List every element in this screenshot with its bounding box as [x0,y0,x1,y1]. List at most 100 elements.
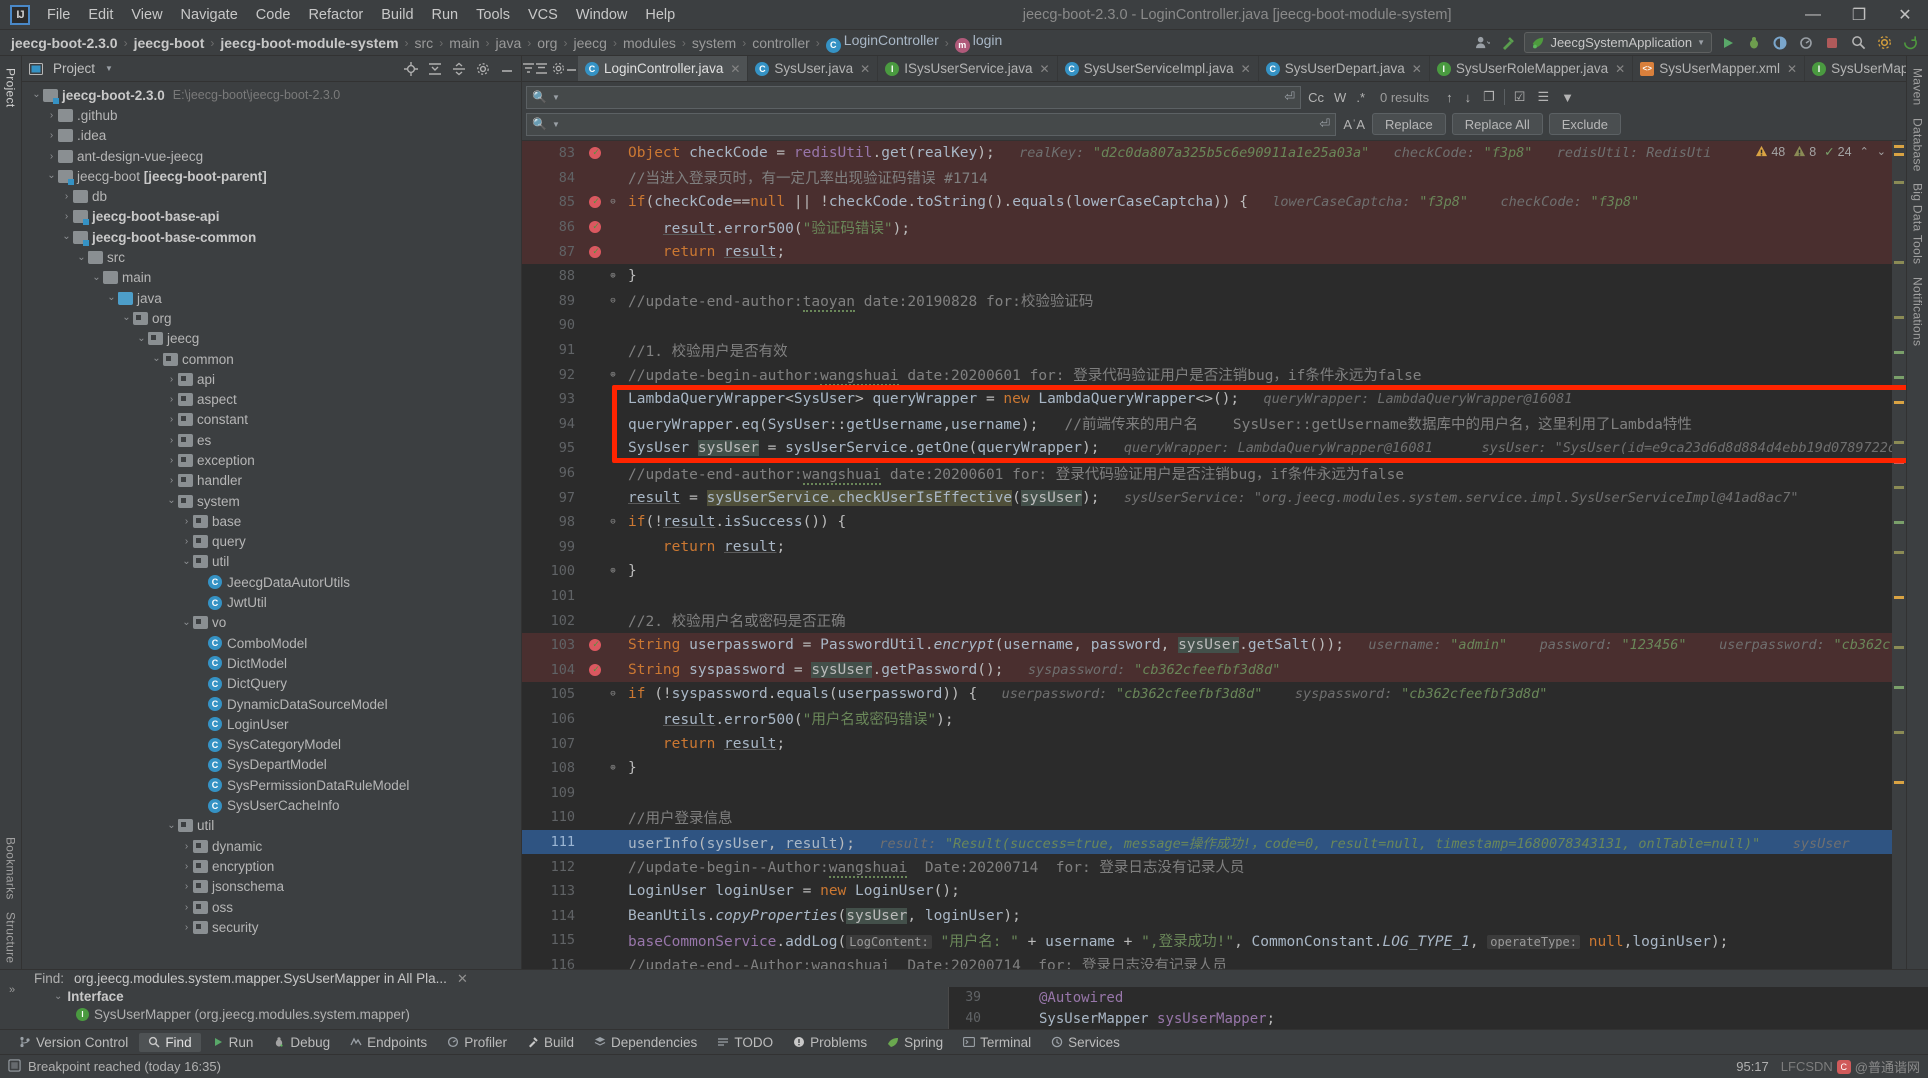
code-line[interactable]: 110 //用户登录信息 [522,805,1892,830]
tree-node[interactable]: › oss [22,897,521,917]
tree-node[interactable]: C DictModel [22,653,521,673]
analysis-marker[interactable] [1894,351,1904,354]
code-line[interactable]: 113 LoginUser loginUser = new LoginUser()… [522,879,1892,904]
breakpoint-gutter[interactable] [584,147,606,160]
breadcrumb[interactable]: jeecg-boot-2.3.0 › jeecg-boot › jeecg-boot-m… [8,32,1005,53]
chevron-down-icon[interactable]: ⌄ [135,333,148,343]
breakpoint-icon[interactable] [589,639,601,652]
bottom-tab-build[interactable]: Build [518,1033,583,1052]
minimize-panel-icon[interactable] [497,59,517,79]
toolbar-right[interactable]: JeecgSystemApplication ▼ [1472,32,1928,53]
tree-node[interactable]: ⌄ common [22,349,521,369]
bottom-tab-profiler[interactable]: Profiler [438,1033,516,1052]
code-line[interactable]: 108 ⊕} [522,756,1892,781]
chevron-down-icon[interactable]: ⌄ [45,171,58,181]
exclude-button[interactable]: Exclude [1548,113,1621,135]
code-line[interactable]: 89 ⊖ //update-end-author:taoyan date:20190… [522,289,1892,314]
build-hammer-icon[interactable] [1498,33,1518,53]
match-case-toggle[interactable]: Cc [1305,90,1327,105]
tool-window-maven[interactable]: Maven [1911,62,1925,112]
chevron-down-icon[interactable]: ⌄ [180,556,193,566]
tree-node[interactable]: ⌄ util [22,552,521,572]
tool-window-notifications[interactable]: Notifications [1911,271,1925,352]
analysis-marker[interactable] [1894,686,1904,689]
breadcrumb-item-modules[interactable]: modules [620,35,679,51]
bottom-tab-endpoints[interactable]: Endpoints [341,1033,436,1052]
menu-refactor[interactable]: Refactor [299,4,372,26]
analysis-marker[interactable] [1894,521,1904,524]
next-match-arrow-down-icon[interactable]: ↓ [1462,90,1475,105]
analysis-marker-strip[interactable] [1892,141,1906,969]
breakpoint-icon[interactable] [589,663,601,676]
breadcrumb-item-jeecg-boot-2-3-0[interactable]: jeecg-boot-2.3.0 [8,35,121,51]
analysis-marker[interactable] [1894,781,1904,784]
find-result-item[interactable]: I SysUserMapper (org.jeecg.modules.syste… [54,1005,948,1023]
breadcrumb-item-org[interactable]: org [534,35,560,51]
editor-tab-sysusermapper-xml[interactable]: <> SysUserMapper.xml ✕ [1633,56,1806,81]
code-line[interactable]: 95 SysUser sysUser = sysUserService.getOn… [522,436,1892,461]
menu-navigate[interactable]: Navigate [172,4,247,26]
tree-node[interactable]: › base [22,511,521,531]
find-replace-toolbar[interactable]: 🔍 ▼ ⏎ Cc W .* 0 results ↑ ↓ ❐ ☑ ☰ ▼ 🔍 ▼ … [522,82,1906,141]
tree-node[interactable]: › dynamic [22,836,521,856]
analysis-marker[interactable] [1894,596,1904,599]
find-input[interactable]: 🔍 ▼ ⏎ [526,85,1302,109]
code-fold-icon[interactable]: ⊖ [606,689,620,699]
menu-window[interactable]: Window [567,4,637,26]
maximize-button[interactable]: ❐ [1836,1,1882,29]
code-fold-icon[interactable]: ⊖ [606,517,620,527]
code-line[interactable]: 101 [522,584,1892,609]
breakpoint-gutter[interactable] [584,221,606,234]
tree-node[interactable]: C DictQuery [22,674,521,694]
tree-node[interactable]: › aspect [22,389,521,409]
code-line[interactable]: 102 //2. 校验用户名或密码是否正确 [522,608,1892,633]
tree-node[interactable]: C SysCategoryModel [22,735,521,755]
chevron-down-icon[interactable]: ▼ [552,120,560,129]
right-tool-strip[interactable]: Maven Database Big Data Tools Notificati… [1906,56,1928,969]
code-editor[interactable]: 83 Object checkCode = redisUtil.get(realK… [522,141,1906,969]
close-tab-icon[interactable]: ✕ [1615,62,1625,76]
find-results-tree[interactable]: ⌄ Interface I SysUserMapper (org.jeecg.m… [24,987,948,1029]
analysis-marker[interactable] [1894,731,1904,734]
code-fold-icon[interactable]: ⊖ [606,197,620,207]
next-highlight-icon[interactable]: ⌄ [1877,145,1886,158]
update-project-icon[interactable] [1900,33,1920,53]
code-line[interactable]: 112 //update-begin--Author:wangshuai Date… [522,854,1892,879]
settings-gear-icon[interactable] [1874,33,1894,53]
replace-input[interactable]: 🔍 ▼ ⏎ [526,112,1337,136]
tree-node[interactable]: C SysUserCacheInfo [22,795,521,815]
breadcrumb-item-jeecg-boot[interactable]: jeecg-boot [131,35,208,51]
previous-match-arrow-up-icon[interactable]: ↑ [1443,90,1456,105]
expand-all-icon[interactable] [425,59,445,79]
tree-node[interactable]: › .github [22,105,521,125]
bottom-tab-terminal[interactable]: Terminal [954,1033,1040,1052]
typos-count[interactable]: ✓ 24 [1824,144,1851,160]
code-line[interactable]: 94 queryWrapper.eq(SysUser::getUsername,u… [522,412,1892,437]
editor-tab-logincontroller-java[interactable]: C LoginController.java ✕ [578,56,749,81]
code-line[interactable]: 109 [522,780,1892,805]
code-line[interactable]: 86 result.error500("验证码错误"); [522,214,1892,240]
breadcrumb-item-jeecg[interactable]: jeecg [570,35,609,51]
breakpoint-gutter[interactable] [584,245,606,258]
code-line[interactable]: 103 String userpassword = PasswordUtil.en… [522,632,1892,658]
bottom-tab-run[interactable]: Run [203,1033,263,1052]
code-line[interactable]: 100 ⊕} [522,559,1892,584]
analysis-marker[interactable] [1894,461,1904,464]
code-line[interactable]: 104 String syspassword = sysUser.getPassw… [522,657,1892,683]
chevron-down-icon[interactable]: ⌄ [75,252,88,262]
menu-help[interactable]: Help [636,4,684,26]
close-tab-icon[interactable]: ✕ [1412,62,1422,76]
words-toggle[interactable]: W [1331,90,1349,105]
chevron-down-icon[interactable]: ⌄ [90,272,103,282]
analysis-marker[interactable] [1894,646,1904,649]
code-fold-icon[interactable]: ⊕ [606,763,620,773]
tree-node[interactable]: › query [22,532,521,552]
chevron-down-icon[interactable]: ▼ [105,64,113,73]
tree-node[interactable]: ⌄ jeecg-boot [jeecg-boot-parent] [22,166,521,186]
tree-node[interactable]: › .idea [22,126,521,146]
tree-node[interactable]: › jeecg-boot-base-api [22,207,521,227]
chevron-down-icon[interactable]: ⌄ [150,354,163,364]
code-line[interactable]: 98 ⊖ if(!result.isSuccess()) { [522,510,1892,535]
menu-code[interactable]: Code [247,4,300,26]
menu-build[interactable]: Build [372,4,422,26]
